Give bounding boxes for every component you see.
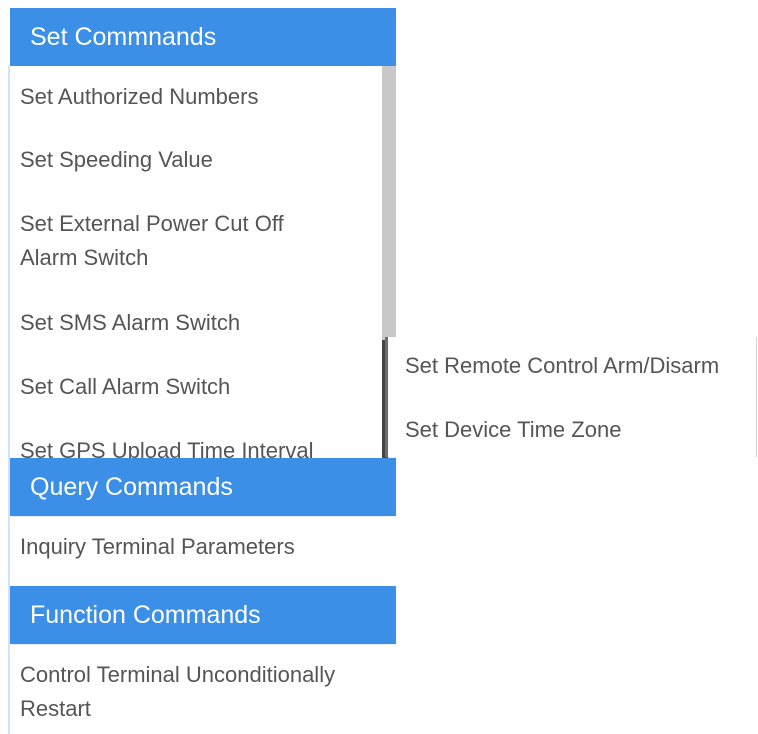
menu-item-restart-line[interactable]: Restart	[20, 692, 91, 726]
set-commands-list[interactable]: Set Authorized Numbers Set Speeding Valu…	[10, 66, 396, 458]
scrollbar-thumb[interactable]	[382, 66, 396, 340]
set-commands-header[interactable]: Set Commnands	[10, 8, 396, 66]
menu-item-set-gps-upload-time-interval[interactable]: Set GPS Upload Time Interval	[20, 434, 313, 458]
function-commands-header[interactable]: Function Commands	[10, 586, 396, 644]
menu-item-set-authorized-numbers[interactable]: Set Authorized Numbers	[20, 80, 258, 114]
submenu-item-remote-control-arm-disarm[interactable]: Set Remote Control Arm/Disarm	[405, 349, 719, 383]
query-commands-title: Query Commands	[30, 472, 233, 501]
set-commands-title: Set Commnands	[30, 22, 217, 51]
menu-item-alarm-switch-line[interactable]: Alarm Switch	[20, 241, 148, 275]
menu-item-set-sms-alarm-switch[interactable]: Set SMS Alarm Switch	[20, 306, 240, 340]
submenu-item-device-time-zone[interactable]: Set Device Time Zone	[405, 413, 621, 447]
menu-item-set-call-alarm-switch[interactable]: Set Call Alarm Switch	[20, 370, 230, 404]
menu-item-set-speeding-value[interactable]: Set Speeding Value	[20, 143, 213, 177]
function-commands-title: Function Commands	[30, 600, 261, 629]
menu-item-set-external-power-cut-off[interactable]: Set External Power Cut Off	[20, 207, 284, 241]
divider	[10, 516, 396, 517]
menu-item-control-terminal-unconditionally[interactable]: Control Terminal Unconditionally	[20, 658, 335, 692]
query-commands-header[interactable]: Query Commands	[10, 458, 396, 516]
divider	[10, 644, 396, 645]
menu-item-inquiry-terminal-parameters[interactable]: Inquiry Terminal Parameters	[20, 530, 295, 564]
submenu-panel: Set Remote Control Arm/Disarm Set Device…	[385, 337, 757, 457]
